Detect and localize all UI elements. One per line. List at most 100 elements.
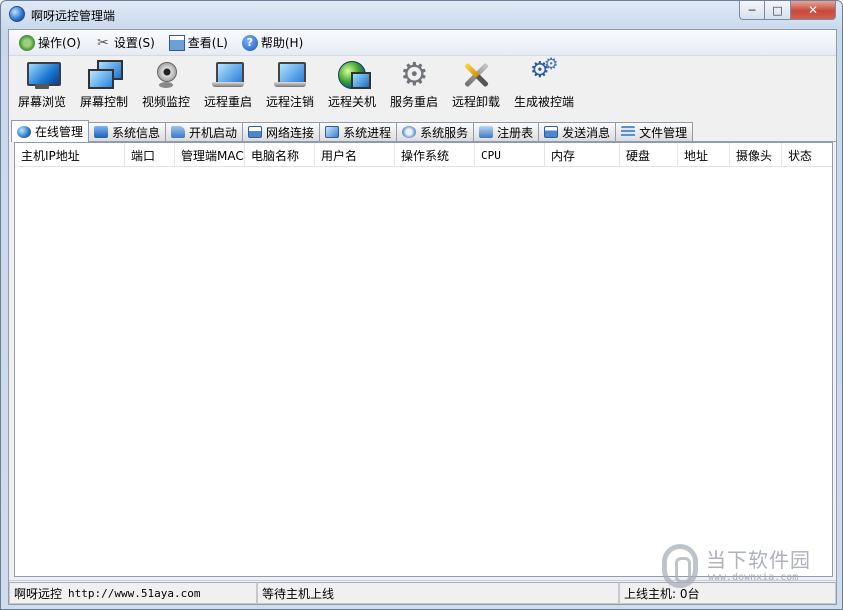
close-button[interactable]: ✕: [791, 1, 836, 20]
tab-service-label: 系统服务: [420, 125, 469, 140]
menu-settings-label: 设置(S): [113, 36, 155, 50]
remote-uninstall-label: 远程卸载: [451, 95, 500, 109]
build-client-label: 生成被控端: [513, 95, 574, 109]
tab-message[interactable]: 发送消息: [538, 122, 617, 141]
laptop-logoff-icon: [273, 60, 307, 90]
menu-view[interactable]: 查看(L): [167, 32, 236, 54]
tab-process[interactable]: 系统进程: [319, 122, 398, 141]
column-header-username[interactable]: 用户名: [315, 143, 395, 167]
remote-shutdown-button[interactable]: 远程关机: [321, 57, 383, 117]
remote-uninstall-button[interactable]: 远程卸载: [445, 57, 507, 117]
remote-restart-button[interactable]: 远程重启: [197, 57, 259, 117]
tab-registry-label: 注册表: [497, 125, 534, 140]
message-icon: [544, 126, 559, 138]
tab-startup[interactable]: 开机启动: [165, 122, 244, 141]
tab-online-label: 在线管理: [35, 125, 84, 139]
column-header-address[interactable]: 地址: [678, 143, 730, 167]
menu-help[interactable]: ? 帮助(H): [240, 32, 311, 54]
gears-icon: [527, 54, 561, 90]
minimize-button[interactable]: ─: [739, 1, 765, 20]
watermark: 当下软件园 www.downxia.com: [662, 540, 832, 592]
globe-monitor-icon: [335, 60, 371, 90]
remote-shutdown-label: 远程关机: [327, 95, 376, 109]
column-header-computer-name[interactable]: 电脑名称: [245, 143, 315, 167]
app-globe-icon: [9, 6, 25, 22]
network-icon: [248, 126, 263, 138]
tools-icon: [459, 60, 493, 90]
column-header-mac[interactable]: 管理端MAC: [175, 143, 245, 167]
system-info-icon: [94, 126, 109, 138]
status-message: 等待主机上线: [257, 582, 619, 604]
window-controls: ─ □ ✕: [739, 1, 836, 21]
tab-startup-label: 开机启动: [189, 125, 238, 140]
tab-service[interactable]: 系统服务: [396, 122, 475, 141]
main-window: 啊呀远控管理端 ─ □ ✕ 操作(O) ✂ 设置(S) 查看(L) ? 帮助(H…: [0, 0, 843, 610]
watermark-text: 当下软件园: [706, 548, 811, 572]
maximize-button[interactable]: □: [765, 1, 791, 20]
host-list[interactable]: 主机IP地址 端口 管理端MAC 电脑名称 用户名 操作系统 CPU 内存 硬盘…: [14, 142, 833, 577]
build-client-button[interactable]: 生成被控端: [507, 54, 581, 117]
list-header: 主机IP地址 端口 管理端MAC 电脑名称 用户名 操作系统 CPU 内存 硬盘…: [15, 143, 832, 167]
column-header-port[interactable]: 端口: [125, 143, 175, 167]
globe-icon: [17, 125, 31, 138]
client-area: 操作(O) ✂ 设置(S) 查看(L) ? 帮助(H) 屏幕浏览 屏幕控制 视频…: [8, 29, 837, 605]
service-icon: [402, 126, 417, 138]
column-header-status[interactable]: 状态: [782, 143, 832, 167]
startup-icon: [171, 126, 186, 138]
tab-process-label: 系统进程: [343, 125, 392, 140]
title-bar[interactable]: 啊呀远控管理端 ─ □ ✕: [1, 1, 842, 27]
window-title: 啊呀远控管理端: [31, 9, 116, 23]
service-restart-button[interactable]: 服务重启: [383, 55, 445, 117]
dual-monitor-icon: [87, 60, 123, 90]
menu-view-label: 查看(L): [187, 36, 228, 50]
tab-network[interactable]: 网络连接: [242, 122, 321, 141]
settings-icon: ✂: [96, 34, 109, 51]
screen-browse-button[interactable]: 屏幕浏览: [11, 57, 73, 117]
tab-online[interactable]: 在线管理: [11, 120, 90, 142]
menu-bar: 操作(O) ✂ 设置(S) 查看(L) ? 帮助(H): [9, 30, 836, 56]
column-header-cpu[interactable]: CPU: [475, 143, 545, 167]
menu-operate-label: 操作(O): [38, 36, 81, 50]
column-header-camera[interactable]: 摄像头: [730, 143, 782, 167]
screen-control-button[interactable]: 屏幕控制: [73, 57, 135, 117]
remote-restart-label: 远程重启: [203, 95, 252, 109]
menu-settings[interactable]: ✂ 设置(S): [93, 32, 163, 54]
tab-system-info-label: 系统信息: [112, 125, 161, 140]
webcam-icon: [149, 60, 183, 90]
column-header-disk[interactable]: 硬盘: [620, 143, 678, 167]
toolbar: 屏幕浏览 屏幕控制 视频监控 远程重启 远程注销 远程关机 ⚙ 服务重启 远程卸…: [9, 54, 836, 119]
file-icon: [621, 126, 636, 138]
screen-control-label: 屏幕控制: [79, 95, 128, 109]
tab-registry[interactable]: 注册表: [473, 122, 540, 141]
monitor-icon: [25, 60, 61, 90]
menu-operate[interactable]: 操作(O): [17, 32, 89, 54]
status-app-cell: 啊呀远控 http://www.51aya.com: [9, 582, 257, 604]
registry-icon: [479, 126, 494, 138]
tab-network-label: 网络连接: [266, 125, 315, 140]
menu-help-label: 帮助(H): [260, 36, 304, 50]
watermark-url: www.downxia.com: [708, 572, 799, 583]
video-monitor-label: 视频监控: [141, 95, 190, 109]
help-icon: ?: [241, 34, 258, 51]
tab-message-label: 发送消息: [562, 125, 611, 140]
column-header-ip[interactable]: 主机IP地址: [15, 143, 125, 167]
service-restart-label: 服务重启: [389, 95, 438, 109]
tab-strip: 在线管理 系统信息 开机启动 网络连接 系统进程 系统服务 注册表 发送消息 文…: [11, 120, 836, 142]
remote-logoff-button[interactable]: 远程注销: [259, 57, 321, 117]
tab-system-info[interactable]: 系统信息: [88, 122, 167, 141]
list-body[interactable]: [15, 168, 832, 576]
laptop-icon: [211, 60, 245, 90]
tab-file[interactable]: 文件管理: [615, 122, 694, 141]
watermark-logo-icon: [662, 544, 698, 588]
process-icon: [325, 126, 340, 138]
column-header-memory[interactable]: 内存: [545, 143, 620, 167]
status-url: http://www.51aya.com: [68, 586, 201, 600]
view-icon: [168, 34, 185, 51]
screen-browse-label: 屏幕浏览: [17, 95, 66, 109]
tab-file-label: 文件管理: [639, 125, 688, 140]
remote-logoff-label: 远程注销: [265, 95, 314, 109]
gear-icon: [397, 55, 431, 93]
status-app-name: 啊呀远控: [14, 586, 63, 601]
column-header-os[interactable]: 操作系统: [395, 143, 475, 167]
video-monitor-button[interactable]: 视频监控: [135, 57, 197, 117]
